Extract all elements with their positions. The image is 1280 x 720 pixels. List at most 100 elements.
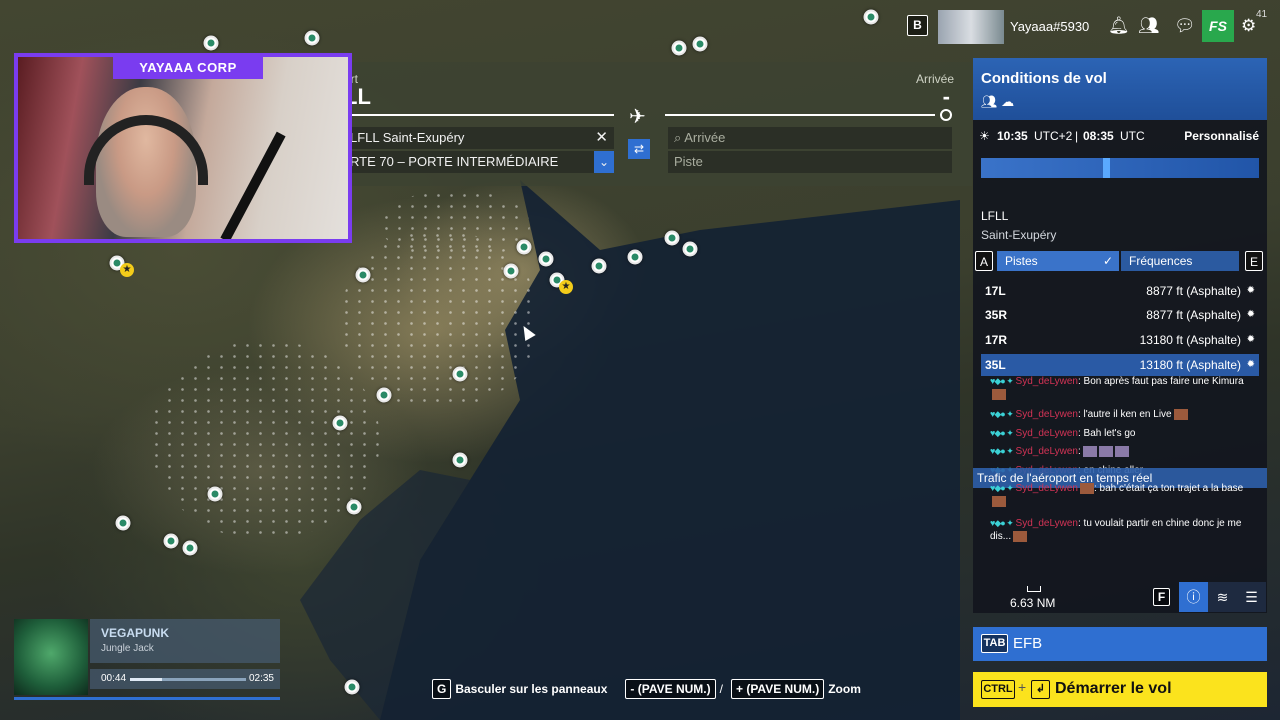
poi-marker[interactable] <box>182 540 198 556</box>
flight-plan-panel: art LL Arrivée - ✈ LFLL Saint-Exupéry ✕ … <box>340 62 972 186</box>
f-keycap[interactable]: F <box>1153 588 1170 606</box>
plus-sign: + <box>1018 679 1027 695</box>
chat-message: ♥◆● ✦ Syd_deLywen: bah c'était ça ton tr… <box>990 482 1260 508</box>
poi-marker[interactable] <box>346 499 362 515</box>
runway-row-selected[interactable]: 35L 13180 ft (Asphalte) ✹ <box>981 354 1259 376</box>
weather-mode[interactable]: Personnalisé <box>1184 124 1259 148</box>
time-of-day-slider[interactable] <box>981 158 1259 178</box>
numpad-plus-keycap[interactable]: + (PAVE NUM.) <box>730 679 825 699</box>
top-bar: B Yayaaa#5930 🔔︎ 👥︎ 💬︎ FS ⚙ 41 <box>904 8 1280 44</box>
departure-airport-field[interactable]: LFLL Saint-Exupéry ✕ <box>344 127 614 149</box>
departure-gate-select[interactable]: RTE 70 – PORTE INTERMÉDIAIRE ⌄ <box>344 151 614 173</box>
tab-runways[interactable]: Pistes ✓ <box>997 251 1119 271</box>
username[interactable]: Yayaaa#5930 <box>1010 19 1089 34</box>
map-scale-bar <box>1027 586 1041 592</box>
emote-icon <box>1013 530 1028 542</box>
tab-runways-label: Pistes <box>1005 254 1038 268</box>
poi-marker[interactable] <box>538 251 554 267</box>
bell-icon[interactable]: 🔔︎ <box>1108 16 1130 36</box>
start-flight-label: Démarrer le vol <box>1055 680 1172 697</box>
clear-icon[interactable]: ✕ <box>595 127 608 149</box>
favorite-star-icon[interactable]: ★ <box>120 263 134 277</box>
filters-icon[interactable]: ☰ <box>1237 582 1266 612</box>
favorite-star-icon[interactable]: ★ <box>559 280 573 294</box>
chat-badges-icon: ♥◆● ✦ <box>990 446 1014 456</box>
poi-marker[interactable] <box>203 35 219 51</box>
chat-user: Syd_deLywen <box>1015 409 1078 420</box>
friends-icon[interactable]: 👥︎ <box>1138 16 1160 36</box>
track-info: VEGAPUNK Jungle Jack <box>90 619 280 663</box>
chat-user: Syd_deLywen <box>1015 483 1078 494</box>
chat-user: Syd_deLywen <box>1015 428 1078 439</box>
arrival-code: - <box>942 84 950 109</box>
chat-icon[interactable]: 💬︎ <box>1174 16 1196 36</box>
poi-marker[interactable] <box>304 30 320 46</box>
poi-marker[interactable] <box>344 679 360 695</box>
poi-marker[interactable] <box>627 249 643 265</box>
chat-badges-icon: ♥◆● ✦ <box>990 518 1014 528</box>
poi-marker[interactable] <box>355 267 371 283</box>
efb-button[interactable]: TAB EFB <box>973 627 1267 661</box>
time-slider-handle[interactable] <box>1103 158 1111 178</box>
poi-marker[interactable] <box>692 36 708 52</box>
runway-row[interactable]: 35R 8877 ft (Asphalte) ✹ <box>981 304 1259 326</box>
g-keycap[interactable]: G <box>432 679 452 699</box>
poi-marker[interactable] <box>452 452 468 468</box>
tab-frequencies[interactable]: Fréquences <box>1121 251 1239 271</box>
arrival-search-field[interactable]: ⌕ Arrivée <box>668 127 952 149</box>
hint-separator: / <box>719 682 723 696</box>
chat-text: : Bah let's go <box>1077 428 1136 439</box>
poi-marker[interactable] <box>591 258 607 274</box>
runway-lights-icon: ✹ <box>1246 285 1255 296</box>
total-time: 02:35 <box>248 673 274 684</box>
poi-marker[interactable] <box>115 515 131 531</box>
chevron-down-icon[interactable]: ⌄ <box>594 151 614 173</box>
tab-bar: A Pistes ✓ Fréquences E <box>975 251 1265 273</box>
poi-marker[interactable] <box>664 230 680 246</box>
city-lights <box>150 340 380 540</box>
local-time: 10:35 <box>997 129 1028 143</box>
map-scale-label: 6.63 NM <box>1010 596 1056 610</box>
runway-row[interactable]: 17L 8877 ft (Asphalte) ✹ <box>981 280 1259 302</box>
keyboard-hints: G Basculer sur les panneaux - (PAVE NUM.) /… <box>432 679 879 701</box>
poi-marker[interactable] <box>332 415 348 431</box>
poi-marker[interactable] <box>516 239 532 255</box>
poi-marker[interactable] <box>452 366 468 382</box>
poi-marker[interactable] <box>671 40 687 56</box>
chat-message: ♥◆● ✦ Syd_deLywen: l'autre il ken en Liv… <box>990 408 1260 421</box>
numpad-minus-keycap[interactable]: - (PAVE NUM.) <box>625 679 716 699</box>
marketplace-icon[interactable]: FS <box>1202 10 1234 42</box>
gear-icon[interactable]: ⚙ <box>1241 16 1256 36</box>
arrival-placeholder: Arrivée <box>684 130 726 145</box>
layers-icon[interactable]: ≋ <box>1208 582 1237 612</box>
poi-marker[interactable] <box>207 486 223 502</box>
runway-row[interactable]: 17R 13180 ft (Asphalte) ✹ <box>981 329 1259 351</box>
info-icon[interactable]: ⓘ <box>1179 582 1208 612</box>
runway-length: 8877 ft (Asphalte) <box>1146 284 1241 298</box>
poi-marker[interactable] <box>503 263 519 279</box>
avatar[interactable] <box>938 10 1004 44</box>
arrival-runway-field[interactable]: Piste <box>668 151 952 173</box>
utc-label: UTC <box>1120 129 1145 143</box>
e-keycap[interactable]: E <box>1245 251 1263 271</box>
runway-lights-icon: ✹ <box>1246 334 1255 345</box>
poi-marker[interactable] <box>682 241 698 257</box>
conditions-header[interactable]: Conditions de vol 👥︎ ☁ <box>973 58 1267 120</box>
swap-icon[interactable]: ⇄ <box>628 139 650 159</box>
runway-length: 13180 ft (Asphalte) <box>1139 333 1241 347</box>
poi-marker[interactable] <box>163 533 179 549</box>
emote-icon <box>1079 482 1094 494</box>
local-timezone: UTC+2 <box>1034 129 1073 143</box>
playback-bar: 00:44 02:35 <box>90 669 280 689</box>
route-line-left <box>344 114 614 116</box>
poi-marker[interactable] <box>376 387 392 403</box>
song-artist: Jungle Jack <box>101 643 154 654</box>
start-flight-button[interactable]: CTRL + ↲ Démarrer le vol <box>973 672 1267 707</box>
departure-gate-value: RTE 70 – PORTE INTERMÉDIAIRE <box>350 154 559 169</box>
poi-marker[interactable] <box>863 9 879 25</box>
a-keycap[interactable]: A <box>975 251 993 271</box>
runway-lights-icon: ✹ <box>1246 359 1255 370</box>
airplane-icon: ✈ <box>629 106 646 128</box>
b-keycap[interactable]: B <box>907 15 928 36</box>
search-icon: ⌕ <box>674 130 682 145</box>
